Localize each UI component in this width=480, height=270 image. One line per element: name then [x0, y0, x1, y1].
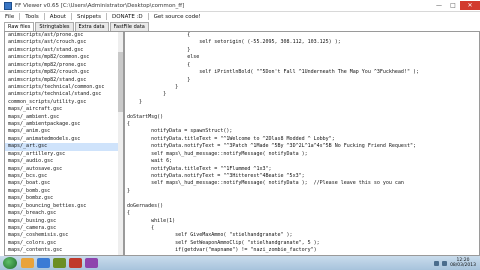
file-tabs: Raw files Stringtables Extra data FastFi… [4, 22, 150, 31]
code-line: self setorigin( (-55.2095, 308.112, 103.… [127, 39, 341, 46]
file-list-item[interactable]: maps/_bouncing_betties.gsc [5, 203, 123, 210]
code-line: { [127, 121, 131, 128]
code-line: notifyData.titleText = "^1Flummed ^1x3"; [127, 165, 272, 172]
file-list-item[interactable]: animscripts/mp82/crouch.gsc [5, 69, 123, 76]
file-list-item[interactable]: maps/_camera.gsc [5, 225, 123, 232]
code-line: } [127, 76, 191, 83]
menu-get-source[interactable]: Get source code! [149, 14, 206, 20]
browser-icon[interactable] [37, 258, 50, 268]
tab-stringtables[interactable]: Stringtables [35, 22, 74, 31]
explorer-icon[interactable] [21, 258, 34, 268]
file-list-item[interactable]: maps/_anim.gsc [5, 128, 123, 135]
tab-fastfile-data[interactable]: FastFile data [109, 22, 149, 31]
file-list-item[interactable]: maps/_bomb.gsc [5, 188, 123, 195]
file-list-item[interactable]: maps/_ambient.gsc [5, 114, 123, 121]
file-list-item[interactable]: maps/_artillery.gsc [5, 151, 123, 158]
code-line: } [127, 46, 191, 53]
volume-icon[interactable] [442, 260, 448, 266]
clock-date: 08/03/2013 [450, 263, 476, 268]
title-bar: FF Viewer v0.65 [C:\Users\Administrator\… [0, 0, 480, 12]
code-line: } [127, 91, 167, 98]
file-list[interactable]: animscripts/ast/prone.gsc animscripts/ast… [4, 31, 124, 256]
scrollbar-thumb[interactable] [118, 52, 123, 112]
menu-bar: File Tools About Snippets DONATE :D Get … [0, 12, 480, 21]
file-list-item[interactable]: maps/_contents.gsc [5, 247, 123, 254]
code-line: doGernades() [127, 202, 164, 209]
menu-about[interactable]: About [45, 14, 71, 20]
file-list-item[interactable]: animscripts/technical/common.gsc [5, 84, 123, 91]
file-list-item[interactable]: maps/_breach.gsc [5, 210, 123, 217]
code-line: if(getdvar("mapname") != "nazi_zombie_fa… [127, 247, 317, 254]
taskbar: 12:20 08/03/2013 [0, 256, 480, 270]
file-list-item[interactable]: common_scripts/utility.gsc [5, 99, 123, 106]
start-button[interactable] [3, 257, 17, 269]
file-list-item[interactable]: maps/_ambientpackage.gsc [5, 121, 123, 128]
tab-raw-files[interactable]: Raw files [4, 22, 35, 31]
code-line: self iPrintlnBold( "^5Don't Fall ^1Under… [127, 69, 419, 76]
file-list-item[interactable]: maps/_animatedmodels.gsc [5, 136, 123, 143]
file-list-item[interactable]: maps/_coshemisis.gsc [5, 232, 123, 239]
code-line: else [127, 54, 200, 61]
file-list-item[interactable]: animscripts/mp82/common.gsc [5, 54, 123, 61]
code-line: } [127, 98, 143, 105]
file-list-item[interactable]: maps/_boat.gsc [5, 180, 123, 187]
file-list-item[interactable]: maps/_colors.gsc [5, 240, 123, 247]
code-line: { [127, 32, 191, 38]
code-line: } [127, 83, 179, 90]
file-list-item[interactable]: maps/_audio.gsc [5, 158, 123, 165]
file-list-item[interactable]: maps/_busing.gsc [5, 218, 123, 225]
file-list-item[interactable]: animscripts/technical/stand.gsc [5, 91, 123, 98]
tab-extra-data[interactable]: Extra data [74, 22, 109, 31]
code-line: } [127, 187, 131, 194]
code-line: notifyData.notifyText = "^3Hitterest^4Be… [127, 173, 305, 180]
file-list-item[interactable]: animscripts/ast/crouch.gsc [5, 39, 123, 46]
app-icon[interactable] [69, 258, 82, 268]
window-title: FF Viewer v0.65 [C:\Users\Administrator\… [15, 2, 185, 9]
code-line: { [127, 210, 131, 217]
code-line: wait 6; [127, 158, 173, 165]
code-line: notifyData = spawnStruct(); [127, 128, 233, 135]
system-tray: 12:20 08/03/2013 [434, 258, 480, 268]
media-player-icon[interactable] [53, 258, 66, 268]
code-line: notifyData.titleText = "^1Welcome to ^2D… [127, 135, 335, 142]
viewer-icon[interactable] [85, 258, 98, 268]
code-line: { [127, 224, 155, 231]
code-line: self maps\_hud_message::notifyMessage( n… [127, 180, 404, 187]
file-list-item[interactable]: maps/_bcs.gsc [5, 173, 123, 180]
file-list-item[interactable]: animscripts/ast/stand.gsc [5, 47, 123, 54]
file-list-item[interactable]: maps/_autosave.gsc [5, 166, 123, 173]
minimize-button[interactable]: — [432, 1, 446, 10]
file-list-item[interactable]: maps/_bombz.gsc [5, 195, 123, 202]
maximize-button[interactable]: □ [446, 1, 460, 10]
code-line: self SetWeaponAmmoClip( "stielhandgranat… [127, 239, 320, 246]
code-line: { [127, 61, 191, 68]
code-line: notifyData.notifyText = "^3Patch ^1Made … [127, 143, 416, 150]
close-button[interactable]: ✕ [460, 1, 480, 10]
file-list-item[interactable]: animscripts/mp82/stand.gsc [5, 77, 123, 84]
code-line: self maps\_hud_message::notifyMessage( n… [127, 150, 308, 157]
code-line: doStartMsg() [127, 113, 164, 120]
menu-file[interactable]: File [0, 14, 19, 20]
menu-snippets[interactable]: Snippets [72, 14, 106, 20]
file-list-item[interactable]: maps/_art.gsc [5, 143, 123, 151]
file-list-item[interactable]: maps/_aircraft.gsc [5, 106, 123, 113]
code-editor[interactable]: { self setorigin( (-55.2095, 308.112, 10… [124, 31, 480, 256]
file-list-scrollbar[interactable] [118, 32, 123, 255]
menu-tools[interactable]: Tools [20, 14, 44, 20]
app-icon [4, 1, 12, 10]
file-list-item[interactable]: animscripts/mp82/prone.gsc [5, 62, 123, 69]
code-line: while(1) [127, 217, 176, 224]
menu-donate[interactable]: DONATE :D [107, 14, 148, 20]
network-icon[interactable] [434, 260, 440, 266]
clock[interactable]: 12:20 08/03/2013 [450, 258, 476, 268]
file-list-item[interactable]: animscripts/ast/prone.gsc [5, 32, 123, 39]
code-line: self GiveMaxAmmo( "stielhandgranate" ); [127, 232, 293, 239]
